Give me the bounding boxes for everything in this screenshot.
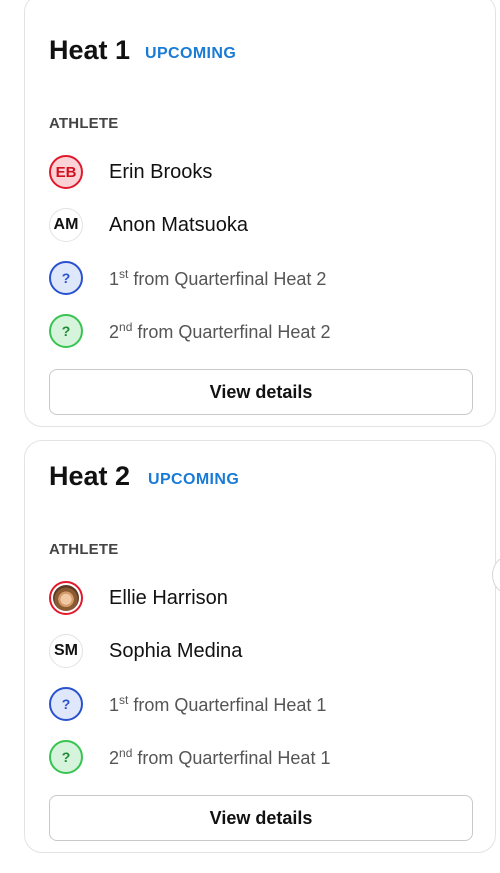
- avatar: [49, 581, 83, 615]
- athlete-row[interactable]: AM Anon Matsuoka: [49, 206, 248, 244]
- seed-label: 1st from Quarterfinal Heat 1: [109, 692, 327, 715]
- status-badge: UPCOMING: [145, 45, 237, 62]
- heat-card-1: Heat 1 UPCOMING ATHLETE EB Erin Brooks A…: [24, 0, 496, 427]
- seed-label: 1st from Quarterfinal Heat 2: [109, 266, 327, 289]
- avatar: SM: [49, 634, 83, 668]
- avatar: EB: [49, 155, 83, 189]
- athlete-name: Anon Matsuoka: [109, 213, 248, 236]
- view-details-button[interactable]: View details: [49, 369, 473, 415]
- seed-label: 2nd from Quarterfinal Heat 1: [109, 745, 331, 768]
- athlete-name: Erin Brooks: [109, 160, 213, 183]
- athlete-column-header: ATHLETE: [49, 541, 119, 558]
- athlete-name: Sophia Medina: [109, 639, 243, 662]
- heat-title: Heat 1: [49, 35, 131, 65]
- seed-row: ? 1st from Quarterfinal Heat 2: [49, 259, 326, 297]
- seed-row: ? 1st from Quarterfinal Heat 1: [49, 685, 326, 723]
- question-mark-icon: ?: [49, 261, 83, 295]
- question-mark-icon: ?: [49, 314, 83, 348]
- athlete-row[interactable]: SM Sophia Medina: [49, 632, 242, 670]
- athlete-row[interactable]: Ellie Harrison: [49, 579, 228, 617]
- question-mark-icon: ?: [49, 687, 83, 721]
- status-badge: UPCOMING: [148, 471, 240, 488]
- view-details-button[interactable]: View details: [49, 795, 473, 841]
- avatar: AM: [49, 208, 83, 242]
- athlete-column-header: ATHLETE: [49, 115, 119, 132]
- athlete-photo: [53, 585, 79, 611]
- athlete-name: Ellie Harrison: [109, 586, 228, 609]
- athlete-row[interactable]: EB Erin Brooks: [49, 153, 212, 191]
- seed-label: 2nd from Quarterfinal Heat 2: [109, 319, 331, 342]
- heat-card-2: Heat 2 UPCOMING ATHLETE Ellie Harrison S…: [24, 440, 496, 853]
- seed-row: ? 2nd from Quarterfinal Heat 1: [49, 738, 330, 776]
- question-mark-icon: ?: [49, 740, 83, 774]
- heat-title: Heat 2: [49, 461, 131, 491]
- seed-row: ? 2nd from Quarterfinal Heat 2: [49, 312, 330, 350]
